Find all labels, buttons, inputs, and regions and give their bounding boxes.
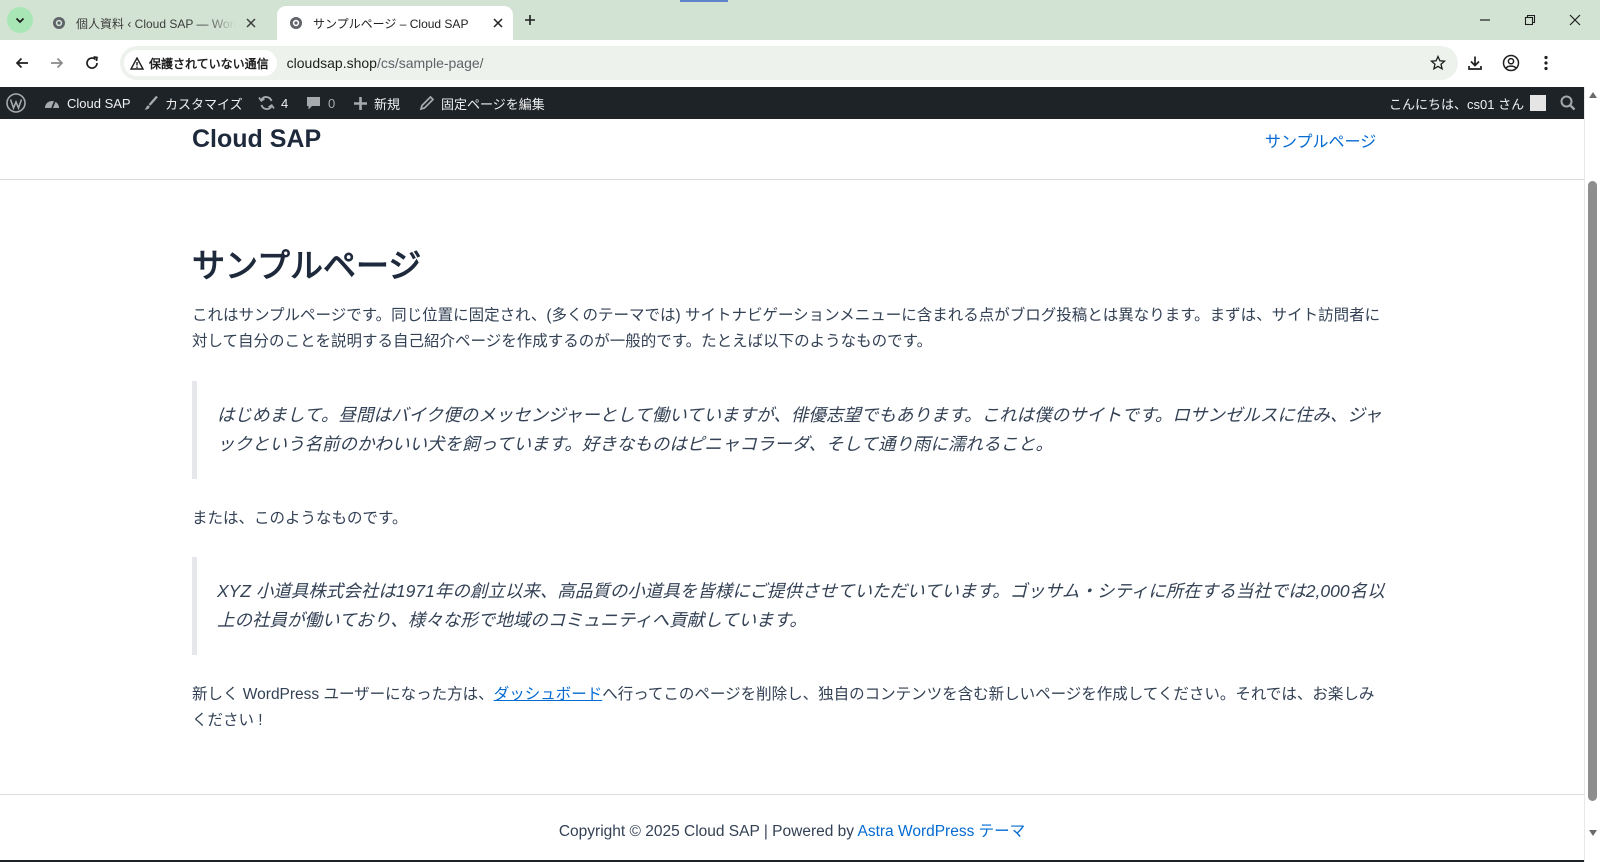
paragraph-2: または、このようなものです。 (192, 510, 408, 527)
security-label: 保護されていない通信 (149, 56, 269, 71)
close-tab-icon[interactable] (489, 14, 507, 32)
adminbar-search[interactable] (1560, 87, 1582, 119)
page-title: サンプルページ (192, 247, 422, 284)
download-icon (1468, 56, 1482, 70)
browser-tab-strip: 個人資料 ‹ Cloud SAP — WordPress サンプルページ – C… (0, 0, 1600, 40)
browser-tab-profile[interactable]: 個人資料 ‹ Cloud SAP — WordPress (40, 6, 266, 40)
pencil-icon (419, 95, 435, 111)
restore-button[interactable] (1515, 6, 1545, 34)
globe-icon (53, 17, 65, 29)
adminbar-comments[interactable]: 0 (305, 87, 335, 119)
paragraph-3: 新しく WordPress ユーザーになった方は、ダッシュボードへ行ってこのペー… (192, 682, 1387, 734)
globe-icon (290, 17, 302, 29)
page-viewport: Cloud SAP サンプルページ サンプルページ これはサンプルページです。同… (0, 119, 1584, 862)
site-header: Cloud SAP サンプルページ (0, 119, 1584, 180)
intro-paragraph: これはサンプルページです。同じ位置に固定され、(多くのテーマでは) サイトナビゲ… (192, 307, 1381, 350)
comments-count: 0 (328, 95, 336, 111)
bookmark-button[interactable] (1428, 53, 1448, 73)
tab-search-button[interactable] (7, 7, 33, 33)
new-tab-button[interactable] (519, 9, 541, 31)
site-title[interactable]: Cloud SAP (192, 125, 321, 154)
arrow-right-icon (51, 57, 64, 69)
tab-title: 個人資料 ‹ Cloud SAP — WordPress (76, 16, 236, 31)
star-icon (1430, 55, 1446, 71)
wp-admin-bar: Cloud SAP カスタマイズ 4 0 新規 固定ページを編集 こんにちは、c… (0, 87, 1600, 119)
triangle-down-icon (1589, 830, 1597, 836)
triangle-up-icon (1589, 92, 1597, 98)
restore-icon (1524, 14, 1536, 26)
astra-theme-link[interactable]: Astra WordPress テーマ (857, 823, 1025, 840)
minimize-icon (1480, 19, 1490, 21)
customize-label: カスタマイズ (165, 96, 243, 112)
new-label: 新規 (374, 96, 401, 112)
url-domain: cloudsap.shop (286, 55, 377, 71)
updates-count: 4 (281, 95, 289, 111)
warning-icon (130, 56, 144, 70)
adminbar-my-account[interactable]: こんにちは、cs01 さん (1389, 87, 1547, 119)
adminbar-updates[interactable]: 4 (258, 87, 288, 119)
dashboard-link[interactable]: ダッシュボード (494, 686, 603, 703)
browser-menu-button[interactable] (1535, 52, 1557, 74)
page-scrollbar[interactable] (1584, 87, 1600, 862)
blockquote-2: XYZ 小道具株式会社は1971年の創立以来、高品質の小道具を皆様にご提供させて… (192, 557, 1387, 655)
blockquote-1: はじめまして。昼間はバイク便のメッセンジャーとして働いていますが、俳優志望でもあ… (192, 381, 1387, 479)
adminbar-site-name[interactable]: Cloud SAP (43, 87, 131, 119)
back-button[interactable] (11, 52, 33, 74)
paragraph-3-before: 新しく WordPress ユーザーになった方は、 (192, 686, 494, 703)
adminbar-customize[interactable]: カスタマイズ (143, 87, 243, 119)
greeting-label: こんにちは、cs01 さん (1389, 96, 1525, 112)
tab-title: サンプルページ – Cloud SAP (313, 16, 469, 31)
plus-icon (354, 96, 367, 110)
kebab-menu-icon (1544, 55, 1548, 71)
scrollbar-thumb[interactable] (1588, 181, 1597, 801)
url-path: /cs/sample-page/ (376, 55, 484, 71)
browser-tab-sample-page[interactable]: サンプルページ – Cloud SAP (277, 6, 513, 40)
address-bar[interactable]: 保護されていない通信 cloudsap.shop/cs/sample-page/ (120, 46, 1458, 80)
nav-item-sample-page[interactable]: サンプルページ (1265, 128, 1376, 152)
minimize-button[interactable] (1470, 6, 1500, 34)
downloads-button[interactable] (1464, 52, 1486, 74)
close-window-button[interactable] (1560, 6, 1590, 34)
avatar (1530, 95, 1547, 111)
site-footer: Copyright © 2025 Cloud SAP | Powered by … (0, 819, 1584, 841)
profile-icon (1502, 54, 1520, 72)
footer-divider (0, 794, 1584, 795)
url-text: cloudsap.shop/cs/sample-page/ (287, 55, 484, 71)
close-icon (1569, 14, 1581, 26)
wordpress-logo-icon (6, 93, 26, 113)
scroll-down-arrow[interactable] (1588, 829, 1598, 837)
tabstrip-accent (680, 0, 728, 2)
search-icon (1560, 95, 1576, 111)
profile-button[interactable] (1500, 52, 1522, 74)
reload-button[interactable] (81, 52, 103, 74)
plus-icon (525, 15, 535, 25)
forward-button[interactable] (46, 52, 68, 74)
chevron-down-icon (15, 17, 25, 24)
close-tab-icon[interactable] (242, 14, 260, 32)
footer-copyright: Copyright © 2025 Cloud SAP | Powered by (558, 823, 858, 840)
comment-icon (307, 97, 320, 110)
wp-logo-menu[interactable] (6, 87, 32, 119)
adminbar-edit-page[interactable]: 固定ページを編集 (419, 87, 545, 119)
dashboard-icon (45, 100, 59, 109)
edit-page-label: 固定ページを編集 (441, 96, 545, 112)
scroll-up-arrow[interactable] (1588, 91, 1598, 99)
reload-icon (86, 56, 98, 69)
adminbar-new[interactable]: 新規 (353, 87, 400, 119)
browser-toolbar: 保護されていない通信 cloudsap.shop/cs/sample-page/ (0, 40, 1600, 87)
arrow-left-icon (15, 57, 28, 69)
updates-icon (258, 96, 275, 110)
security-indicator[interactable]: 保護されていない通信 (124, 50, 277, 76)
brush-icon (144, 95, 158, 110)
site-name-label: Cloud SAP (67, 95, 131, 111)
